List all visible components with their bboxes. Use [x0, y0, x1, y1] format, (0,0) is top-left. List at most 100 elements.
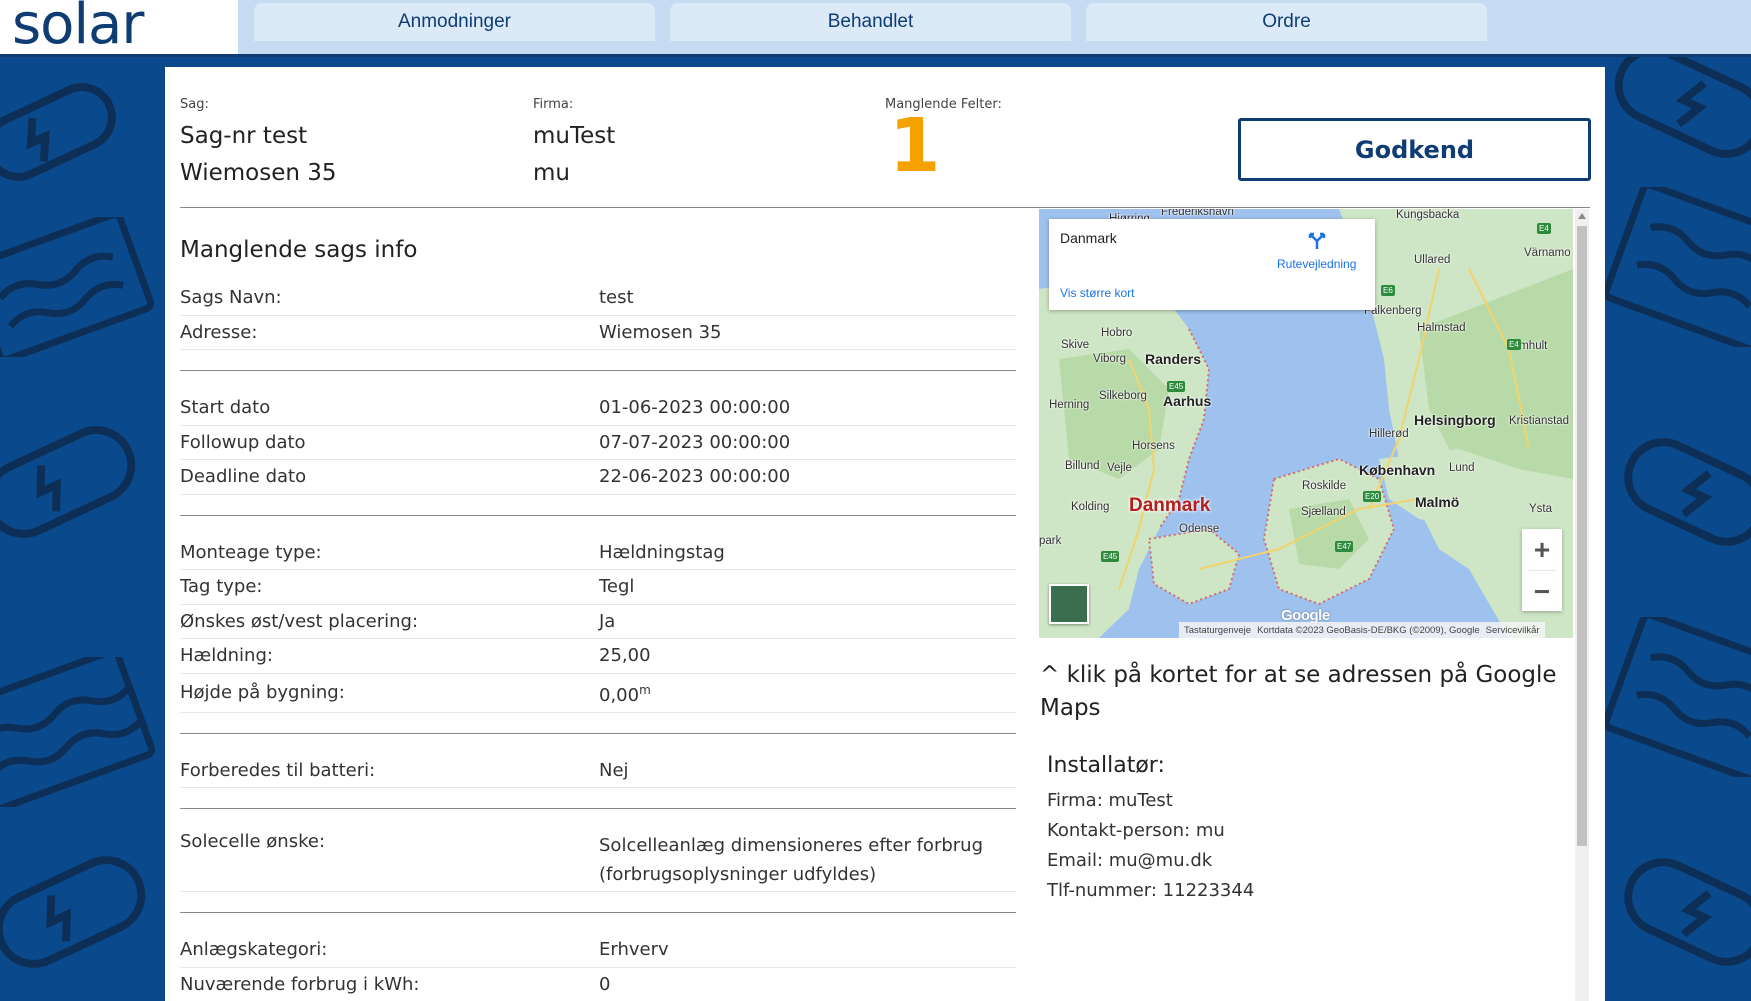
map-label: Kolding [1071, 501, 1110, 513]
map-label: København [1359, 462, 1436, 478]
info-value: Ja [599, 610, 616, 632]
map-label: Halmstad [1417, 322, 1466, 334]
satellite-toggle[interactable] [1049, 584, 1089, 624]
info-row: Ønskes øst/vest placering: Ja [180, 605, 1016, 639]
map-label: Frederikshavn [1161, 209, 1234, 218]
road-shield: E20 [1363, 491, 1382, 502]
installer-email: Email: mu@mu.dk [1047, 850, 1213, 871]
info-row: Solecelle ønske: Solcelleanlæg dimensione… [180, 829, 1016, 892]
map-label: Billund [1065, 460, 1100, 472]
tab-behandlet[interactable]: Behandlet [670, 3, 1071, 41]
case-number: Sag-nr test [180, 123, 308, 149]
info-key: Hældning: [180, 645, 273, 667]
info-key: Adresse: [180, 321, 258, 343]
installer-contact: Kontakt-person: mu [1047, 820, 1225, 841]
map-label: Odense [1179, 523, 1220, 535]
info-value: 01-06-2023 00:00:00 [599, 397, 791, 419]
scrollbar[interactable] [1575, 209, 1589, 1001]
info-row: Sags Navn: test [180, 281, 1016, 316]
info-row: Højde på bygning: 0,00m [180, 674, 1016, 713]
info-row: Followup dato 07-07-2023 00:00:00 [180, 426, 1016, 460]
map-label: Värnamo [1524, 247, 1571, 259]
company-user: mu [533, 160, 570, 186]
battery-icon [0, 856, 146, 968]
case-panel: Sag: Sag-nr test Wiemosen 35 Firma: muTe… [165, 67, 1605, 1001]
zoom-in-button[interactable]: + [1522, 529, 1562, 570]
info-value: Solcelleanlæg dimensioneres efter forbru… [599, 835, 984, 885]
map-attribution: Tastaturgenveje Kortdata ©2023 GeoBasis-… [1179, 622, 1545, 638]
header-divider [180, 207, 1590, 208]
keyboard-shortcuts-link[interactable]: Tastaturgenveje [1184, 625, 1251, 636]
zoom-controls: + − [1522, 529, 1562, 611]
scroll-up-arrow[interactable] [1578, 213, 1586, 219]
info-value: 0,00m [599, 676, 1016, 710]
info-key: Followup dato [180, 431, 306, 453]
road-shield: E45 [1167, 381, 1186, 392]
tab-ordre[interactable]: Ordre [1086, 3, 1487, 41]
info-group-dates: Start dato 01-06-2023 00:00:00 Followup d… [180, 391, 1016, 495]
info-key: Sags Navn: [180, 287, 282, 309]
road-shield: E4 [1537, 223, 1551, 234]
map-label: Horsens [1132, 440, 1175, 452]
divider [180, 370, 1016, 371]
info-row: Tag type: Tegl [180, 570, 1016, 605]
map-label: Ysta [1529, 503, 1553, 515]
divider [180, 514, 1016, 516]
info-group-battery: Forberedes til batteri: Nej [180, 754, 1016, 788]
terms-link[interactable]: Servicevilkår [1486, 625, 1540, 636]
map-label: Helsingborg [1414, 412, 1496, 428]
installer-title: Installatør: [1047, 753, 1165, 778]
directions-icon[interactable] [1307, 231, 1327, 251]
company-header: Firma: muTest mu [533, 97, 615, 192]
height-unit: m [639, 682, 651, 697]
map-label: Lund [1449, 462, 1475, 474]
directions-link[interactable]: Rutevejledning [1277, 257, 1356, 271]
case-label: Sag: [180, 97, 209, 112]
info-group-category: Anlægskategori: Erhverv Nuværende forbrug… [180, 933, 1016, 1001]
map-label: Hobro [1101, 327, 1133, 339]
info-row: Deadline dato 22-06-2023 00:00:00 [180, 460, 1016, 495]
case-address: Wiemosen 35 [180, 160, 337, 186]
case-header: Sag: Sag-nr test Wiemosen 35 [180, 97, 337, 192]
company-name: muTest [533, 123, 616, 149]
info-row: Nuværende forbrug i kWh: 0 [180, 968, 1016, 1001]
info-group-wish: Solecelle ønske: Solcelleanlæg dimensione… [180, 829, 1016, 892]
info-row: Hældning: 25,00 [180, 639, 1016, 674]
solar-panel-icon [1602, 187, 1751, 347]
info-key: Højde på bygning: [180, 682, 345, 703]
info-value: 07-07-2023 00:00:00 [599, 431, 791, 453]
info-value: Erhverv [599, 939, 669, 961]
missing-fields-count: 1 [889, 103, 941, 189]
tab-anmodninger[interactable]: Anmodninger [254, 3, 655, 41]
height-value: 0,00 [599, 684, 640, 706]
solar-panel-icon [1602, 617, 1751, 777]
google-map[interactable]: Frederikshavn Hjørring Kungsbacka Värnam… [1039, 209, 1573, 638]
map-label: Roskilde [1302, 480, 1347, 492]
map-label: Aarhus [1163, 393, 1212, 409]
logo-area: solar [0, 0, 238, 57]
missing-fields-header: Manglende Felter: 1 [885, 97, 1002, 189]
map-label: Ullared [1414, 254, 1451, 266]
map-data-attribution: Kortdata ©2023 GeoBasis-DE/BKG (©2009), … [1257, 624, 1480, 636]
nav-tabs: Anmodninger Behandlet Ordre [254, 3, 1487, 41]
scrollbar-thumb[interactable] [1577, 226, 1587, 846]
road-shield: E45 [1101, 551, 1120, 562]
info-value: Nej [599, 759, 629, 781]
view-larger-map-link[interactable]: Vis større kort [1060, 286, 1134, 300]
approve-button[interactable]: Godkend [1238, 118, 1591, 181]
info-key: Solecelle ønske: [180, 831, 326, 852]
info-value: Tegl [599, 576, 635, 598]
zoom-out-button[interactable]: − [1522, 571, 1562, 612]
info-row: Anlægskategori: Erhverv [180, 933, 1016, 968]
info-key: Anlægskategori: [180, 939, 328, 961]
info-key: Deadline dato [180, 466, 307, 488]
road-shield: E4 [1507, 339, 1521, 350]
map-label: Sjælland [1301, 506, 1346, 518]
battery-icon [0, 426, 136, 538]
solar-logo[interactable]: solar [12, 0, 144, 57]
map-hint: ^ klik på kortet for at se adressen på G… [1040, 662, 1557, 721]
map-label: Malmö [1415, 494, 1460, 510]
map-place-card: Danmark Rutevejledning Vis større kort [1049, 219, 1375, 310]
info-value: Wiemosen 35 [599, 321, 722, 343]
map-label: Vejle [1107, 462, 1132, 474]
